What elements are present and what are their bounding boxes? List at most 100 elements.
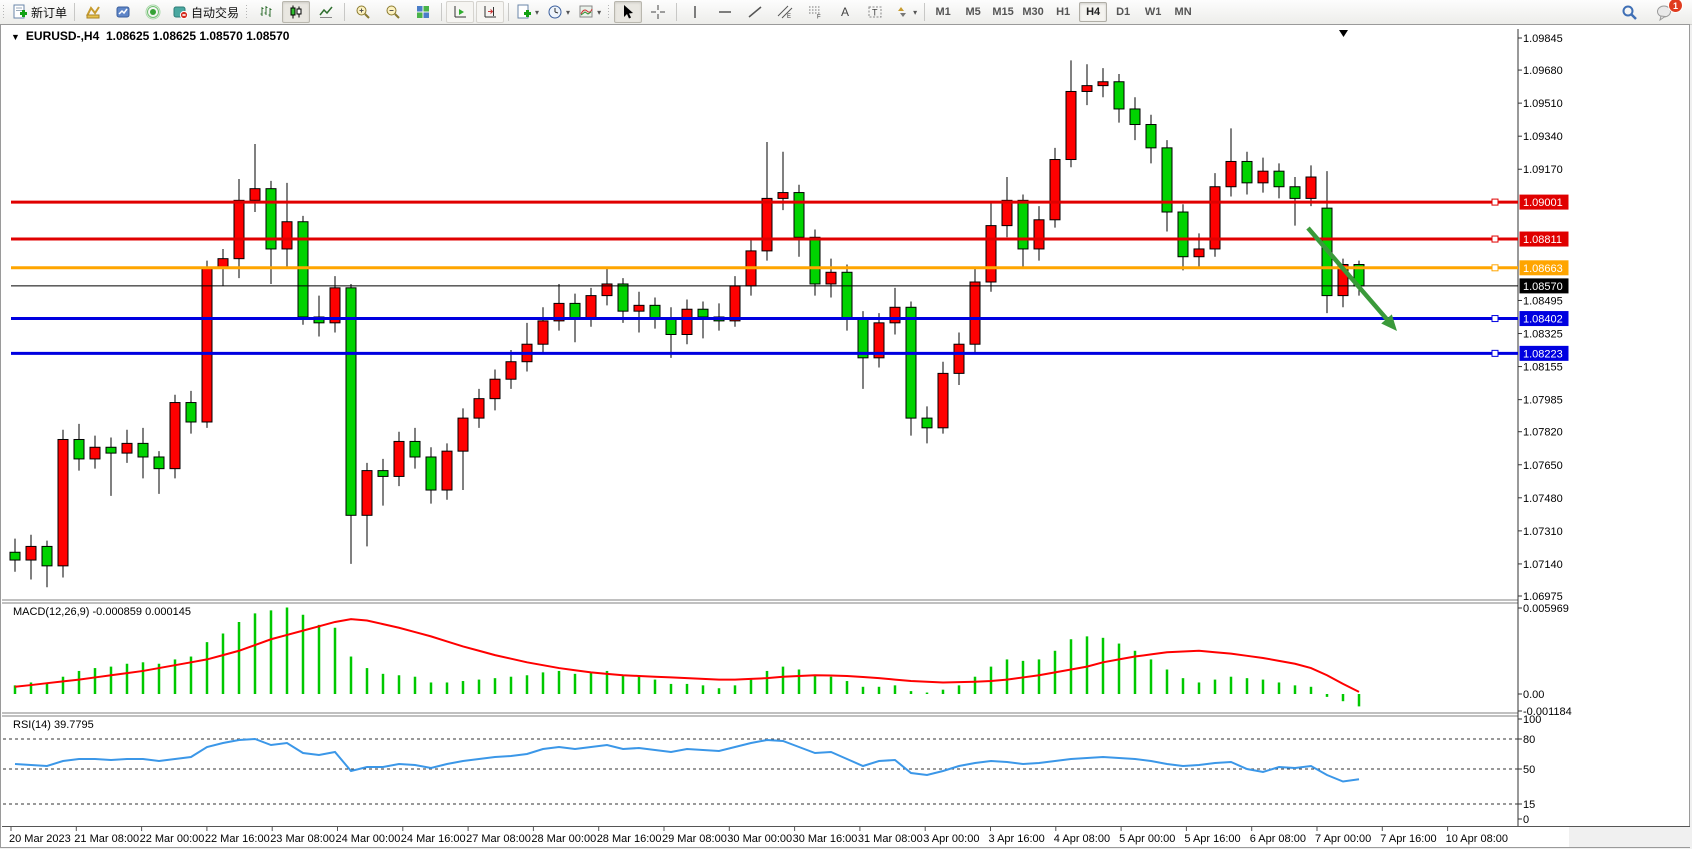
collapse-triangle-icon[interactable]: ▼ [11,32,20,42]
market-watch-button[interactable] [109,1,137,23]
arrows-dropdown[interactable]: ▾ [891,1,920,23]
svg-text:A: A [841,5,849,19]
candle [1130,109,1140,125]
time-label: 23 Mar 08:00 [270,833,335,845]
candle [954,344,964,373]
crosshair-button[interactable] [644,1,672,23]
candlestick-chart-icon [288,4,304,20]
price-tick-label: 1.09845 [1523,33,1563,45]
shift-marker-icon[interactable] [1339,30,1348,37]
period-dropdown[interactable]: ▾ [544,1,573,23]
text-label-icon: T [867,4,883,20]
candle [618,284,628,311]
chart-shift-button[interactable] [476,1,504,23]
toolbar-drag-handle[interactable] [2,4,6,20]
toolbar-drag-handle[interactable] [607,4,611,20]
tile-windows-icon [415,4,431,20]
candle [794,193,804,238]
rsi-axis-label: 0 [1523,814,1529,826]
trendline-button[interactable] [741,1,769,23]
horizontal-line-button[interactable] [711,1,739,23]
time-axis[interactable]: 20 Mar 202321 Mar 08:0022 Mar 00:0022 Ma… [9,827,1508,845]
new-order-button[interactable]: 新订单 [9,1,70,23]
candle [298,222,308,317]
cursor-arrow-icon [620,4,636,20]
hline-handle[interactable] [1492,350,1498,356]
toolbar-drag-handle[interactable] [245,4,249,20]
timeframe-m5[interactable]: M5 [959,2,987,22]
search-icon [1621,4,1638,21]
candle [346,288,356,515]
candle [906,307,916,418]
candle [58,439,68,565]
tile-windows-button[interactable] [409,1,437,23]
candle [1226,161,1236,186]
chart-canvas[interactable]: 1.098451.096801.095101.093401.091701.084… [1,25,1691,847]
cursor-button[interactable] [614,1,642,23]
chart-line-button[interactable] [312,1,340,23]
candle [682,309,692,334]
rsi-axis-label: 50 [1523,764,1535,776]
hline-handle[interactable] [1492,265,1498,271]
hline-handle[interactable] [1492,199,1498,205]
time-label: 28 Mar 16:00 [597,833,662,845]
price-tick-label: 1.09170 [1523,164,1563,176]
profiles-button[interactable] [79,1,107,23]
channel-button[interactable]: E [771,1,799,23]
time-label: 20 Mar 2023 [9,833,71,845]
candle [474,399,484,418]
line-chart-icon [318,4,334,20]
template-dropdown[interactable]: ▾ [575,1,604,23]
hline-handle[interactable] [1492,236,1498,242]
candle [826,272,836,284]
timeframe-m30[interactable]: M30 [1019,2,1047,22]
auto-scroll-button[interactable] [446,1,474,23]
chart-title: ▼EURUSD-,H4 1.08625 1.08625 1.08570 1.08… [11,29,289,43]
fibonacci-button[interactable]: F [801,1,829,23]
timeframe-w1[interactable]: W1 [1139,2,1167,22]
notifications-button[interactable]: 1 [1650,1,1678,23]
timeframe-m1[interactable]: M1 [929,2,957,22]
clock-icon [547,4,563,20]
new-order-label: 新订单 [31,4,67,21]
time-label: 7 Apr 16:00 [1380,833,1436,845]
strategy-tester-button[interactable] [139,1,167,23]
price-tick-label: 1.07480 [1523,493,1563,505]
candle [26,546,36,560]
candle [378,471,388,477]
new-chart-dropdown[interactable]: ▾ [513,1,542,23]
chart-candles-button[interactable] [282,1,310,23]
candle [1018,200,1028,249]
timeframe-d1[interactable]: D1 [1109,2,1137,22]
timeframe-mn[interactable]: MN [1169,2,1197,22]
trend-arrow[interactable] [1308,228,1392,325]
timeframe-h1[interactable]: H1 [1049,2,1077,22]
auto-trading-button[interactable]: 自动交易 [169,1,242,23]
search-button[interactable] [1615,1,1643,23]
candle [154,457,164,469]
timeframe-h4[interactable]: H4 [1079,2,1107,22]
profiles-icon [85,4,101,20]
time-label: 3 Apr 00:00 [923,833,979,845]
time-label: 22 Mar 00:00 [140,833,205,845]
candle [810,237,820,284]
price-badge-label: 1.09001 [1523,197,1563,209]
time-label: 21 Mar 08:00 [74,833,139,845]
zoom-in-button[interactable] [349,1,377,23]
zoom-out-button[interactable] [379,1,407,23]
text-label-button[interactable]: T [861,1,889,23]
crosshair-icon [650,4,666,20]
time-label: 30 Mar 16:00 [793,833,858,845]
candle [1178,212,1188,257]
time-label: 29 Mar 08:00 [662,833,727,845]
text-button[interactable]: A [831,1,859,23]
hline-handle[interactable] [1492,316,1498,322]
candle [1002,200,1012,225]
chart-bars-button[interactable] [252,1,280,23]
symbol-period: EURUSD-,H4 [26,29,99,43]
timeframe-m15[interactable]: M15 [989,2,1017,22]
candle [90,447,100,459]
candle [490,379,500,398]
vertical-line-button[interactable] [681,1,709,23]
price-tick-label: 1.08495 [1523,295,1563,307]
